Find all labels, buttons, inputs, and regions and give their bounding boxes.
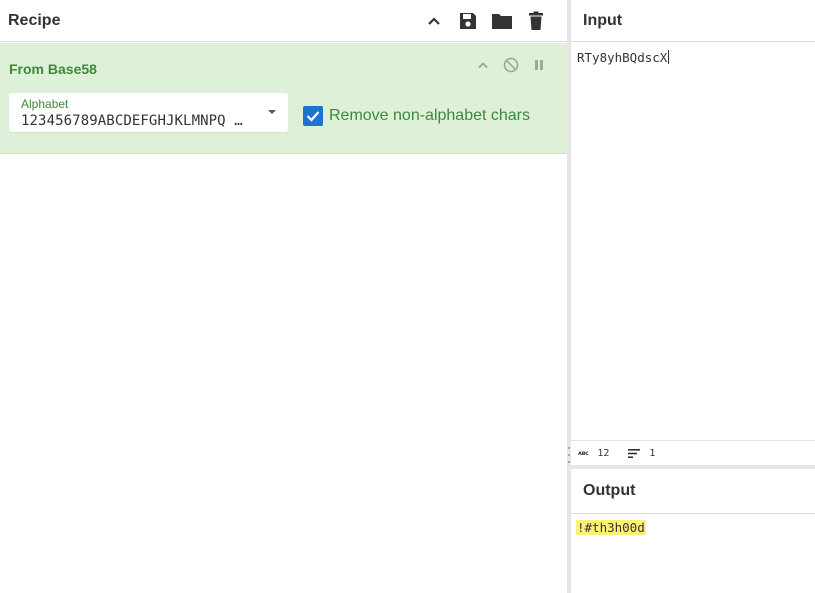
output-title: Output xyxy=(583,482,636,499)
disable-icon xyxy=(503,57,519,73)
alphabet-label: Alphabet xyxy=(21,97,69,111)
recipe-panel: Recipe From Base58 Alphabet 123456789ABC… xyxy=(0,0,567,593)
collapse-operation-button[interactable] xyxy=(469,55,497,75)
input-lines: 1 xyxy=(649,447,656,459)
chevron-up-icon xyxy=(428,16,440,25)
abc-icon: ᴀʙᴄ xyxy=(578,449,589,457)
lines-icon xyxy=(628,448,641,458)
output-header: Output xyxy=(571,469,815,514)
operation-controls xyxy=(469,55,553,75)
caret-down-icon[interactable] xyxy=(268,110,276,114)
load-recipe-button[interactable] xyxy=(485,6,519,36)
length-stat: ᴀʙᴄ 12 xyxy=(578,448,609,459)
pause-icon xyxy=(535,60,543,70)
alphabet-select[interactable]: Alphabet 123456789ABCDEFGHJKLMNPQ … xyxy=(9,93,288,132)
input-value: RTy8yhBQdscX xyxy=(577,50,668,65)
disable-operation-button[interactable] xyxy=(497,55,525,75)
recipe-header: Recipe xyxy=(0,0,567,42)
recipe-toolbar xyxy=(417,6,553,36)
clear-recipe-button[interactable] xyxy=(519,6,553,36)
input-header: Input xyxy=(571,0,815,42)
input-title: Input xyxy=(583,11,623,29)
input-length: 12 xyxy=(597,447,610,459)
trash-icon xyxy=(529,11,543,30)
recipe-title: Recipe xyxy=(8,11,61,29)
checkbox-label: Remove non-alphabet chars xyxy=(329,107,531,124)
remove-non-alphabet-checkbox[interactable]: Remove non-alphabet chars xyxy=(303,106,530,126)
input-status-bar: ᴀʙᴄ 12 1 xyxy=(571,440,815,469)
chevron-up-icon xyxy=(478,62,488,69)
input-textarea[interactable]: RTy8yhBQdscX xyxy=(577,50,670,65)
output-value[interactable]: !#th3h00d xyxy=(576,520,646,535)
save-icon xyxy=(460,12,476,29)
operation-from-base58: From Base58 Alphabet 123456789ABCDEFGHJK… xyxy=(0,43,567,154)
operation-title: From Base58 xyxy=(9,61,97,77)
io-panel: Input RTy8yhBQdscX ᴀʙᴄ 12 1 Output !#th3… xyxy=(568,0,815,593)
alphabet-value: 123456789ABCDEFGHJKLMNPQ … xyxy=(21,113,243,129)
text-cursor xyxy=(668,50,670,64)
checkbox-checked-icon[interactable] xyxy=(303,106,323,126)
folder-icon xyxy=(492,13,512,29)
lines-stat: 1 xyxy=(616,448,655,459)
save-recipe-button[interactable] xyxy=(451,6,485,36)
pause-operation-button[interactable] xyxy=(525,55,553,75)
collapse-all-button[interactable] xyxy=(417,6,451,36)
